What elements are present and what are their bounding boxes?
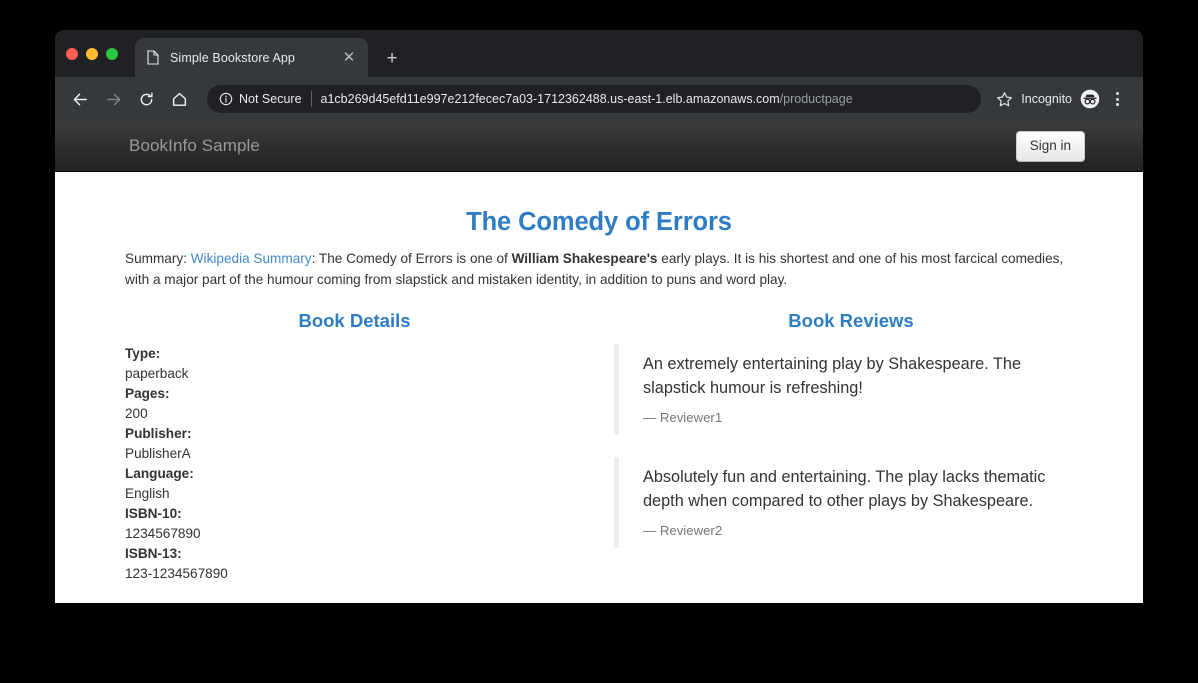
reload-icon[interactable] (131, 84, 161, 114)
three-dots-menu-icon[interactable] (1105, 87, 1129, 111)
review-item: An extremely entertaining play by Shakes… (614, 344, 1088, 435)
address-bar[interactable]: Not Secure a1cb269d45efd11e997e212fecec7… (207, 85, 982, 113)
review-item: Absolutely fun and entertaining. The pla… (614, 457, 1088, 548)
book-summary: Summary: Wikipedia Summary: The Comedy o… (70, 248, 1128, 290)
detail-value: 123-1234567890 (125, 566, 228, 581)
book-details-column: Book Details Type: paperback Pages: 200 … (70, 310, 599, 584)
page-viewport: BookInfo Sample Sign in The Comedy of Er… (55, 121, 1143, 603)
book-details-list: Type: paperback Pages: 200 Publisher: Pu… (125, 344, 584, 584)
detail-label: Pages: (125, 386, 170, 401)
security-status-text: Not Secure (239, 92, 302, 106)
url-text: a1cb269d45efd11e997e212fecec7a03-1712362… (321, 92, 974, 106)
forward-arrow-icon[interactable] (98, 84, 128, 114)
menu-dot (1115, 103, 1119, 106)
tab-strip: Simple Bookstore App ✕ + (55, 30, 1143, 77)
detail-row: Type: paperback (125, 344, 584, 384)
detail-row: Language: English (125, 464, 584, 504)
review-author: — Reviewer2 (643, 523, 723, 538)
detail-label: Type: (125, 346, 161, 361)
review-text: An extremely entertaining play by Shakes… (643, 355, 1022, 397)
detail-label: Publisher: (125, 426, 192, 441)
detail-row: ISBN-10: 1234567890 (125, 504, 584, 544)
url-host: a1cb269d45efd11e997e212fecec7a03-1712362… (320, 92, 780, 106)
back-arrow-icon[interactable] (65, 84, 95, 114)
detail-value: PublisherA (125, 446, 191, 461)
incognito-icon[interactable] (1079, 88, 1101, 110)
window-controls (66, 48, 118, 60)
omnibox-divider (310, 91, 312, 107)
detail-value: paperback (125, 366, 189, 381)
site-navbar: BookInfo Sample Sign in (55, 121, 1143, 172)
detail-value: 1234567890 (125, 526, 201, 541)
content-columns: Book Details Type: paperback Pages: 200 … (70, 310, 1128, 584)
summary-author-bold: William Shakespeare's (511, 251, 658, 266)
browser-tab[interactable]: Simple Bookstore App ✕ (135, 38, 368, 77)
wikipedia-summary-link[interactable]: Wikipedia Summary (191, 251, 312, 266)
star-icon[interactable] (993, 88, 1015, 110)
book-reviews-column: Book Reviews An extremely entertaining p… (599, 310, 1128, 584)
menu-dot (1115, 97, 1119, 101)
maximize-window-button[interactable] (106, 48, 118, 60)
plus-icon[interactable]: + (380, 46, 404, 70)
menu-dot (1115, 92, 1119, 95)
home-icon[interactable] (164, 84, 194, 114)
book-reviews-heading: Book Reviews (788, 310, 914, 331)
book-details-heading: Book Details (298, 310, 411, 331)
close-window-button[interactable] (66, 48, 78, 60)
tab-title: Simple Bookstore App (170, 50, 295, 65)
browser-window: Simple Bookstore App ✕ + Not Secure a1cb… (55, 30, 1143, 603)
detail-row: Publisher: PublisherA (125, 424, 584, 464)
review-author: — Reviewer1 (643, 410, 723, 425)
detail-row: Pages: 200 (125, 384, 584, 424)
close-icon[interactable]: ✕ (340, 49, 358, 67)
detail-label: ISBN-13: (125, 546, 182, 561)
review-text: Absolutely fun and entertaining. The pla… (643, 468, 1046, 510)
url-path: /productpage (779, 92, 853, 106)
detail-row: ISBN-13: 123-1234567890 (125, 544, 584, 584)
minimize-window-button[interactable] (86, 48, 98, 60)
detail-value: English (125, 486, 170, 501)
info-circle-icon[interactable] (218, 91, 234, 107)
detail-label: ISBN-10: (125, 506, 182, 521)
document-icon (145, 50, 161, 66)
detail-value: 200 (125, 406, 148, 421)
page-content: The Comedy of Errors Summary: Wikipedia … (55, 208, 1143, 584)
incognito-label: Incognito (1021, 92, 1072, 106)
brand-title[interactable]: BookInfo Sample (129, 135, 260, 157)
sign-in-button[interactable]: Sign in (1015, 131, 1085, 162)
browser-toolbar: Not Secure a1cb269d45efd11e997e212fecec7… (55, 77, 1143, 121)
summary-prefix: Summary: (125, 251, 191, 266)
summary-body-1: : The Comedy of Errors is one of (311, 251, 512, 266)
page-title: The Comedy of Errors (466, 208, 732, 236)
detail-label: Language: (125, 466, 194, 481)
